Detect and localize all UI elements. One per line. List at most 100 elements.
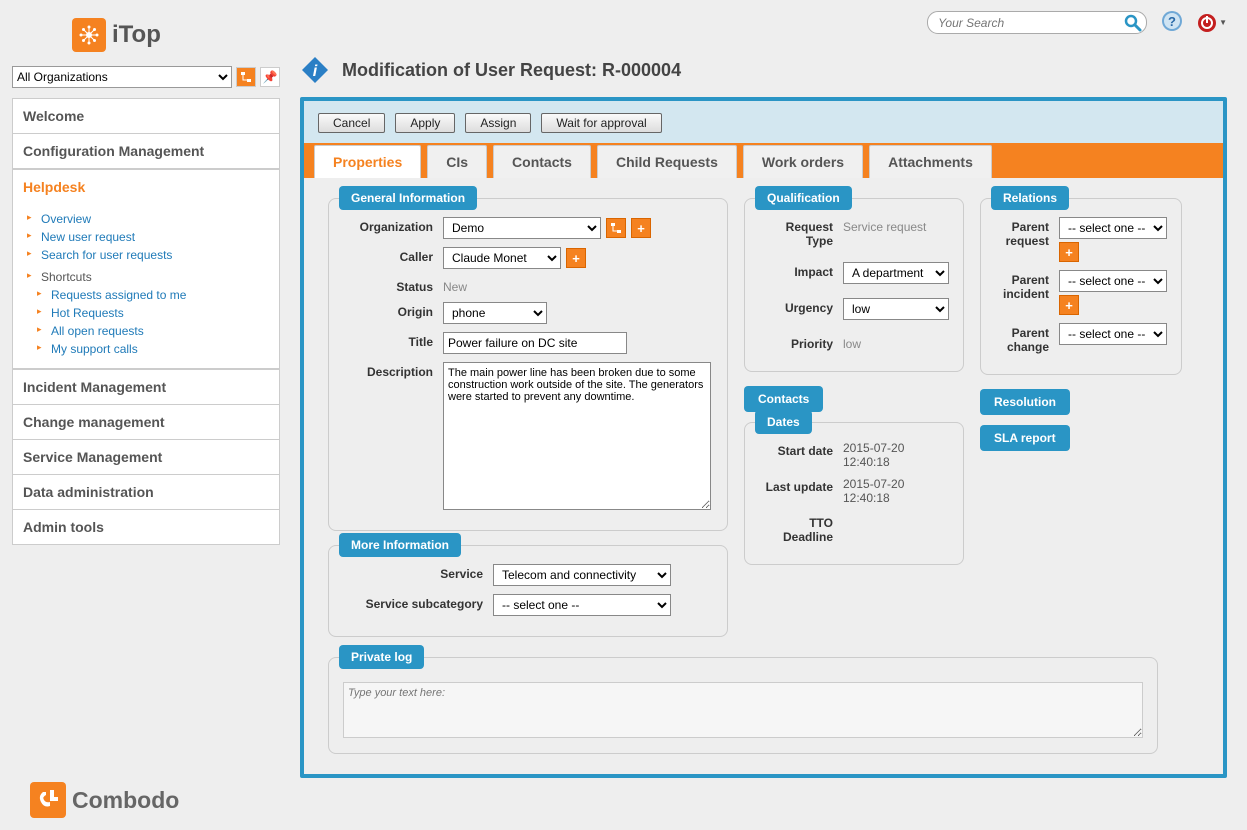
relations-legend: Relations [991,186,1069,210]
nav-service-mgmt[interactable]: Service Management [13,439,279,474]
footer-brand: Combodo [30,782,179,818]
sla-report-pill[interactable]: SLA report [980,425,1070,451]
org-tree-button[interactable] [606,218,626,238]
info-icon: i [300,55,330,85]
nav-shortcut-open[interactable]: All open requests [41,322,279,340]
service-label: Service [343,564,493,581]
parent-change-select[interactable]: -- select one -- [1059,323,1167,345]
nav-config-mgmt[interactable]: Configuration Management [13,133,279,168]
page-title: Modification of User Request: R-000004 [342,60,681,81]
tab-properties[interactable]: Properties [314,145,421,178]
service-subcategory-label: Service subcategory [343,594,493,611]
description-label: Description [343,362,443,379]
nav-menu: Welcome Configuration Management [12,98,280,169]
parent-incident-select[interactable]: -- select one -- [1059,270,1167,292]
org-add-button[interactable]: + [631,218,651,238]
request-type-value: Service request [843,217,926,234]
urgency-label: Urgency [759,298,843,315]
svg-text:?: ? [1168,14,1176,29]
svg-text:i: i [313,63,318,80]
general-info-group: General Information Organization Demo + [328,198,728,531]
start-date-label: Start date [759,441,843,458]
nav-helpdesk-new-request[interactable]: New user request [41,228,279,246]
status-label: Status [343,277,443,294]
service-select[interactable]: Telecom and connectivity [493,564,671,586]
nav-shortcut-hot[interactable]: Hot Requests [41,304,279,322]
request-type-label: Request Type [759,217,843,248]
impact-select[interactable]: A department [843,262,949,284]
more-info-legend: More Information [339,533,461,557]
private-log-textarea[interactable] [343,682,1143,738]
apply-button[interactable]: Apply [395,113,455,133]
pin-icon[interactable]: 📌 [260,67,280,87]
caller-select[interactable]: Claude Monet [443,247,561,269]
brand-logo: iTop [72,18,280,52]
parent-request-label: Parent request [995,217,1059,248]
nav-helpdesk-overview[interactable]: Overview [41,210,279,228]
impact-label: Impact [759,262,843,279]
priority-value: low [843,334,861,351]
footer-logo-icon [30,782,66,818]
service-subcategory-select[interactable]: -- select one -- [493,594,671,616]
organization-select[interactable]: Demo [443,217,601,239]
more-info-group: More Information Service Telecom and con… [328,545,728,637]
description-textarea[interactable] [443,362,711,510]
contacts-pill[interactable]: Contacts [744,386,823,412]
start-date-value: 2015-07-20 12:40:18 [843,441,949,469]
tab-attachments[interactable]: Attachments [869,145,992,178]
resolution-pill[interactable]: Resolution [980,389,1070,415]
brand-text: iTop [112,21,161,49]
nav-admin-tools[interactable]: Admin tools [13,509,279,544]
last-update-label: Last update [759,477,843,494]
tab-child-requests[interactable]: Child Requests [597,145,737,178]
search-input[interactable] [938,16,1122,30]
nav-shortcut-assigned[interactable]: Requests assigned to me [41,286,279,304]
parent-incident-add-button[interactable]: + [1059,295,1079,315]
priority-label: Priority [759,334,843,351]
relations-group: Relations Parent request -- select one -… [980,198,1182,375]
title-input[interactable] [443,332,627,354]
org-select[interactable]: All Organizations [12,66,232,88]
parent-request-add-button[interactable]: + [1059,242,1079,262]
logo-icon [72,18,106,52]
dates-legend: Dates [755,410,812,434]
nav-helpdesk[interactable]: Helpdesk [13,170,279,204]
qualification-legend: Qualification [755,186,852,210]
search-box [927,11,1147,34]
search-icon[interactable] [1122,10,1144,36]
title-label: Title [343,332,443,349]
origin-label: Origin [343,302,443,319]
org-tree-icon[interactable] [236,67,256,87]
last-update-value: 2015-07-20 12:40:18 [843,477,949,505]
private-log-legend: Private log [339,645,424,669]
caller-add-button[interactable]: + [566,248,586,268]
nav-change-mgmt[interactable]: Change management [13,404,279,439]
dates-group: Dates Start date 2015-07-20 12:40:18 Las… [744,422,964,565]
parent-request-select[interactable]: -- select one -- [1059,217,1167,239]
assign-button[interactable]: Assign [465,113,531,133]
main-panel: Cancel Apply Assign Wait for approval Pr… [300,97,1227,778]
tab-contacts[interactable]: Contacts [493,145,591,178]
origin-select[interactable]: phone [443,302,547,324]
urgency-select[interactable]: low [843,298,949,320]
nav-incident-mgmt[interactable]: Incident Management [13,370,279,404]
nav-shortcut-my-calls[interactable]: My support calls [41,340,279,358]
general-info-legend: General Information [339,186,477,210]
help-icon[interactable]: ? [1161,10,1183,35]
qualification-group: Qualification Request Type Service reque… [744,198,964,372]
status-value: New [443,277,467,294]
private-log-group: Private log [328,657,1158,754]
nav-data-admin[interactable]: Data administration [13,474,279,509]
nav-shortcuts-label: Shortcuts [41,264,279,286]
cancel-button[interactable]: Cancel [318,113,385,133]
organization-label: Organization [343,217,443,234]
nav-helpdesk-search[interactable]: Search for user requests [41,246,279,264]
parent-incident-label: Parent incident [995,270,1059,301]
nav-welcome[interactable]: Welcome [13,99,279,133]
wait-approval-button[interactable]: Wait for approval [541,113,661,133]
footer-brand-text: Combodo [72,787,179,814]
power-menu-icon[interactable]: ▼ [1197,13,1227,33]
caller-label: Caller [343,247,443,264]
tab-work-orders[interactable]: Work orders [743,145,863,178]
tab-cis[interactable]: CIs [427,145,487,178]
